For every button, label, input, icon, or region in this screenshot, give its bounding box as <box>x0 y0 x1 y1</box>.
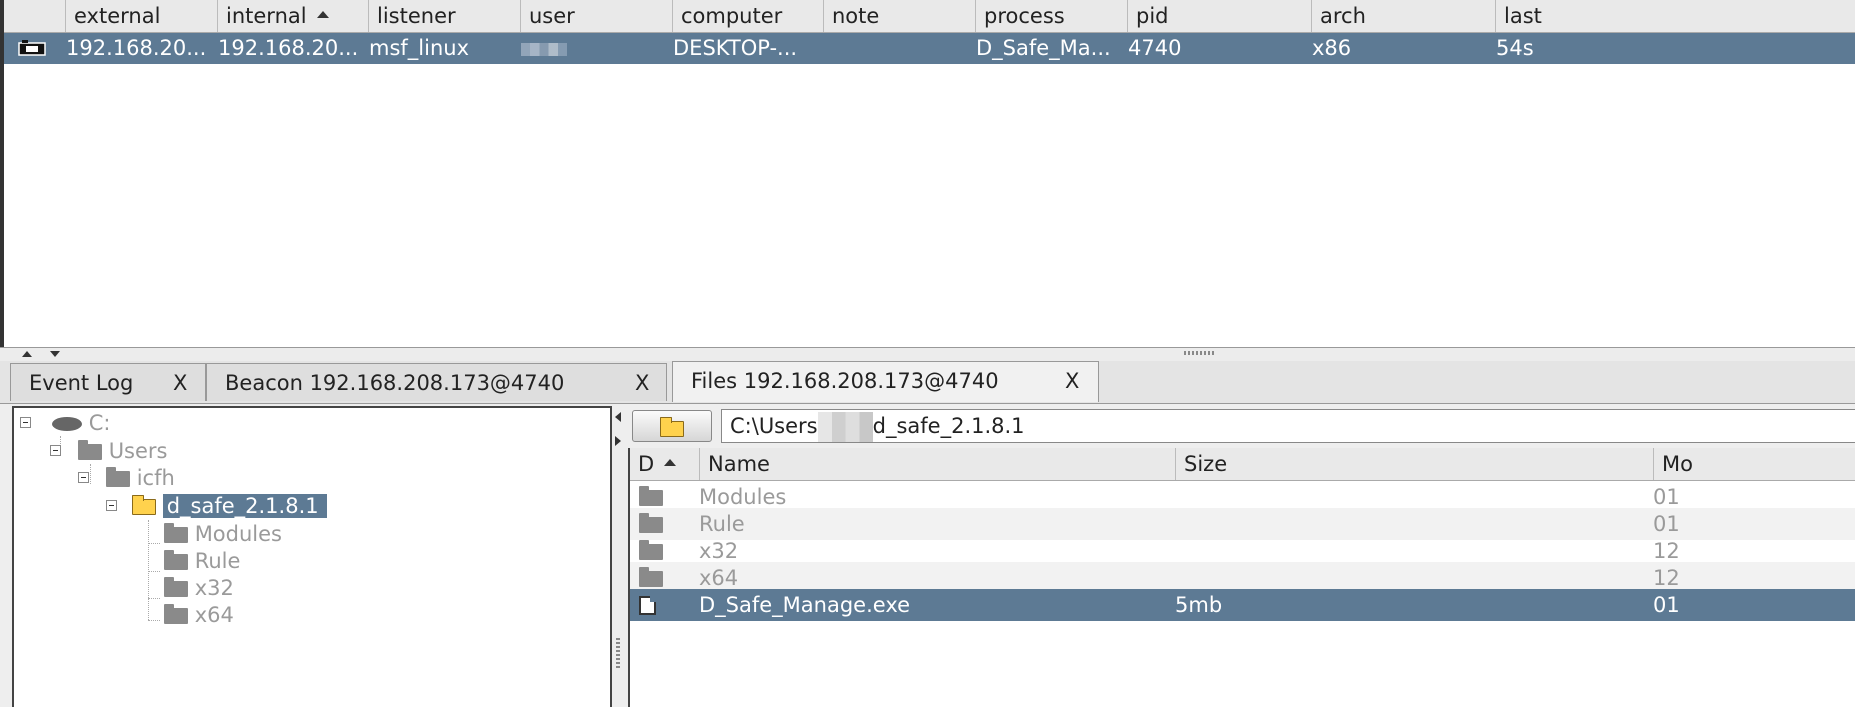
column-internal[interactable]: internal <box>218 0 369 32</box>
collapse-up-icon[interactable] <box>22 351 32 357</box>
collapse-down-icon[interactable] <box>50 351 60 357</box>
folder-icon <box>639 486 663 506</box>
column-pid[interactable]: pid <box>1128 0 1312 32</box>
collapse-icon[interactable] <box>78 472 89 483</box>
column-computer[interactable]: computer <box>673 0 824 32</box>
drive-icon <box>52 417 82 431</box>
column-size[interactable]: Size <box>1176 448 1654 480</box>
open-folder-icon <box>132 495 156 515</box>
redacted-username <box>817 412 873 442</box>
collapse-icon[interactable] <box>20 417 31 428</box>
folder-icon <box>164 523 188 543</box>
tab-bar: Event Log X Beacon 192.168.208.173@4740 … <box>0 361 1855 404</box>
beacon-last: 54s <box>1496 36 1534 60</box>
file-size: 5mb <box>1175 593 1223 617</box>
column-internal-label: internal <box>226 4 307 28</box>
tree-node-label: Rule <box>194 549 241 573</box>
beacon-computer: DESKTOP-... <box>673 36 798 60</box>
beacon-user-redacted <box>513 33 665 64</box>
tab-close-button[interactable]: X <box>635 364 649 402</box>
directory-tree: C: Users icfh d_safe_2.1.8.1 Modules Rul… <box>12 406 612 707</box>
column-user[interactable]: user <box>521 0 673 32</box>
tab-event-log[interactable]: Event Log X <box>10 363 206 401</box>
column-d-label: D <box>638 452 655 476</box>
folder-icon <box>639 567 663 587</box>
tree-node-modules[interactable]: Modules <box>164 519 282 549</box>
beacon-pid: 4740 <box>1128 36 1182 60</box>
beacon-internal: 192.168.20... <box>218 36 359 60</box>
path-suffix: d_safe_2.1.8.1 <box>872 414 1025 438</box>
folder-icon <box>164 550 188 570</box>
beacon-row[interactable]: 192.168.20... 192.168.20... msf_linux DE… <box>4 33 1855 64</box>
column-modified[interactable]: Mo <box>1654 448 1855 480</box>
beacon-table: external internal listener user computer… <box>0 0 1855 347</box>
column-name[interactable]: Name <box>700 448 1176 480</box>
column-d[interactable]: D <box>630 448 700 480</box>
column-arch[interactable]: arch <box>1312 0 1496 32</box>
tree-node-label: icfh <box>136 466 175 490</box>
column-icon[interactable] <box>4 0 66 32</box>
tree-node-rule[interactable]: Rule <box>164 546 240 576</box>
path-bar: C:\Users d_safe_2.1.8.1 <box>628 406 1855 444</box>
tab-close-button[interactable]: X <box>1065 362 1079 400</box>
tree-node-label: x64 <box>194 603 234 627</box>
file-row-selected[interactable]: D_Safe_Manage.exe 5mb 01 <box>630 589 1855 621</box>
tab-label: Files 192.168.208.173@4740 <box>691 369 999 393</box>
tab-label: Beacon 192.168.208.173@4740 <box>225 371 565 395</box>
tree-node-x32[interactable]: x32 <box>164 573 234 603</box>
tree-node-x64[interactable]: x64 <box>164 600 234 630</box>
folder-icon <box>78 440 102 460</box>
horizontal-splitter[interactable] <box>0 347 1855 362</box>
tree-node-drive[interactable]: C: <box>20 408 110 438</box>
collapse-icon[interactable] <box>50 445 61 456</box>
file-modified: 01 <box>1653 593 1680 617</box>
splitter-grip[interactable] <box>616 638 620 668</box>
beacon-session-icon <box>18 33 58 64</box>
column-process[interactable]: process <box>976 0 1128 32</box>
tab-beacon[interactable]: Beacon 192.168.208.173@4740 X <box>206 363 667 401</box>
tree-node-label: x32 <box>194 576 234 600</box>
file-table-header: D Name Size Mo <box>630 448 1855 481</box>
splitter-grip[interactable] <box>1184 351 1214 355</box>
file-table: D Name Size Mo Modules 01 Rule 01 x32 12… <box>628 448 1855 707</box>
tab-close-button[interactable]: X <box>173 364 187 402</box>
tree-node-icfh[interactable]: icfh <box>78 463 175 493</box>
column-note[interactable]: note <box>824 0 976 32</box>
collapse-icon[interactable] <box>106 500 117 511</box>
folder-icon <box>660 417 684 437</box>
folder-icon <box>106 467 130 487</box>
tree-node-label-selected: d_safe_2.1.8.1 <box>162 494 327 518</box>
beacon-process: D_Safe_Ma... <box>976 36 1111 60</box>
path-prefix: C:\Users <box>730 414 818 438</box>
beacon-arch: x86 <box>1312 36 1352 60</box>
beacon-note <box>816 33 968 64</box>
file-icon <box>639 596 656 615</box>
tree-node-label: Modules <box>194 522 282 546</box>
parent-folder-button[interactable] <box>632 410 712 442</box>
column-external[interactable]: external <box>66 0 218 32</box>
vertical-splitter[interactable] <box>612 406 626 707</box>
tree-node-d-safe[interactable]: d_safe_2.1.8.1 <box>106 491 327 521</box>
beacon-table-header: external internal listener user computer… <box>4 0 1855 33</box>
beacon-external: 192.168.20... <box>66 36 207 60</box>
tree-node-label: C: <box>88 411 111 435</box>
path-input[interactable]: C:\Users d_safe_2.1.8.1 <box>721 409 1855 443</box>
folder-icon <box>164 577 188 597</box>
beacon-listener: msf_linux <box>369 36 470 60</box>
tree-node-users[interactable]: Users <box>50 436 168 466</box>
column-listener[interactable]: listener <box>369 0 521 32</box>
tree-node-label: Users <box>108 439 168 463</box>
tab-label: Event Log <box>29 371 134 395</box>
sort-ascending-icon <box>316 10 329 18</box>
folder-icon <box>164 604 188 624</box>
folder-icon <box>639 540 663 560</box>
collapse-right-icon[interactable] <box>615 436 621 446</box>
tab-files[interactable]: Files 192.168.208.173@4740 X <box>672 361 1099 402</box>
column-last[interactable]: last <box>1496 0 1855 32</box>
file-name: D_Safe_Manage.exe <box>699 593 911 617</box>
folder-icon <box>639 513 663 533</box>
sort-ascending-icon <box>664 458 677 466</box>
collapse-left-icon[interactable] <box>615 412 621 422</box>
